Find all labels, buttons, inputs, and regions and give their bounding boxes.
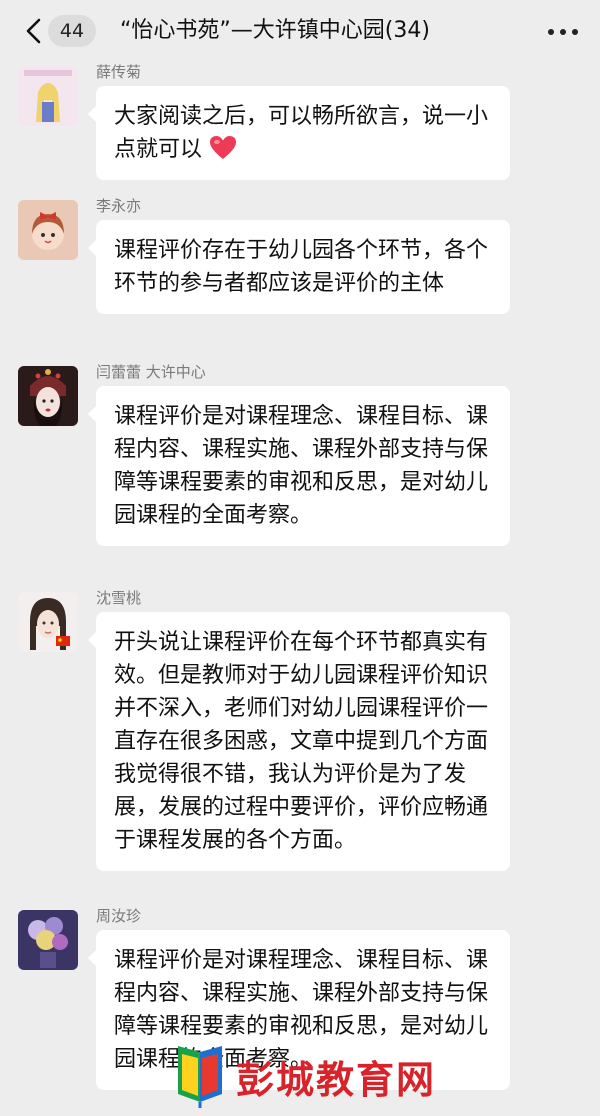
avatar[interactable] (18, 910, 78, 970)
unread-count-badge[interactable]: 44 (48, 15, 96, 47)
sender-name: 沈雪桃 (96, 589, 142, 607)
watermark-text: 彭城教育网 (236, 1057, 437, 1102)
message-text: 大家阅读之后，可以畅所欲言，说一小点就可以 (114, 104, 489, 162)
sender-name: 闫蕾蕾 大许中心 (96, 363, 206, 381)
message-bubble[interactable]: 课程评价存在于幼儿园各个环节，各个环节的参与者都应该是评价的主体 (88, 220, 510, 314)
avatar[interactable] (18, 366, 78, 426)
chat-header: 44 “怡心书苑”—大许镇中心园(34) (0, 0, 600, 62)
sender-name: 周汝珍 (96, 907, 142, 925)
message-text: 课程评价存在于幼儿园各个环节，各个环节的参与者都应该是评价的主体 (114, 238, 489, 296)
heart-emoji-icon (210, 136, 237, 159)
more-options-icon[interactable] (548, 29, 578, 35)
sender-name: 李永亦 (96, 197, 142, 215)
message-bubble[interactable]: 开头说让课程评价在每个环节都真实有效。但是教师对于幼儿园课程评价知识并不深入，老… (88, 612, 510, 871)
avatar[interactable] (18, 592, 78, 652)
sender-name: 薛传菊 (96, 63, 142, 81)
site-watermark: 彭城教育网 (168, 1044, 438, 1108)
avatar[interactable] (18, 200, 78, 260)
message-bubble[interactable]: 大家阅读之后，可以畅所欲言，说一小点就可以 (88, 86, 510, 180)
chat-title: “怡心书苑”—大许镇中心园(34) (120, 18, 430, 43)
avatar[interactable] (18, 66, 78, 126)
back-arrow-icon[interactable] (20, 16, 50, 46)
book-logo-icon (178, 1046, 222, 1108)
message-bubble[interactable]: 课程评价是对课程理念、课程目标、课程内容、课程实施、课程外部支持与保障等课程要素… (88, 386, 510, 546)
message-text: 课程评价是对课程理念、课程目标、课程内容、课程实施、课程外部支持与保障等课程要素… (114, 404, 489, 528)
message-text: 开头说让课程评价在每个环节都真实有效。但是教师对于幼儿园课程评价知识并不深入，老… (114, 630, 489, 853)
